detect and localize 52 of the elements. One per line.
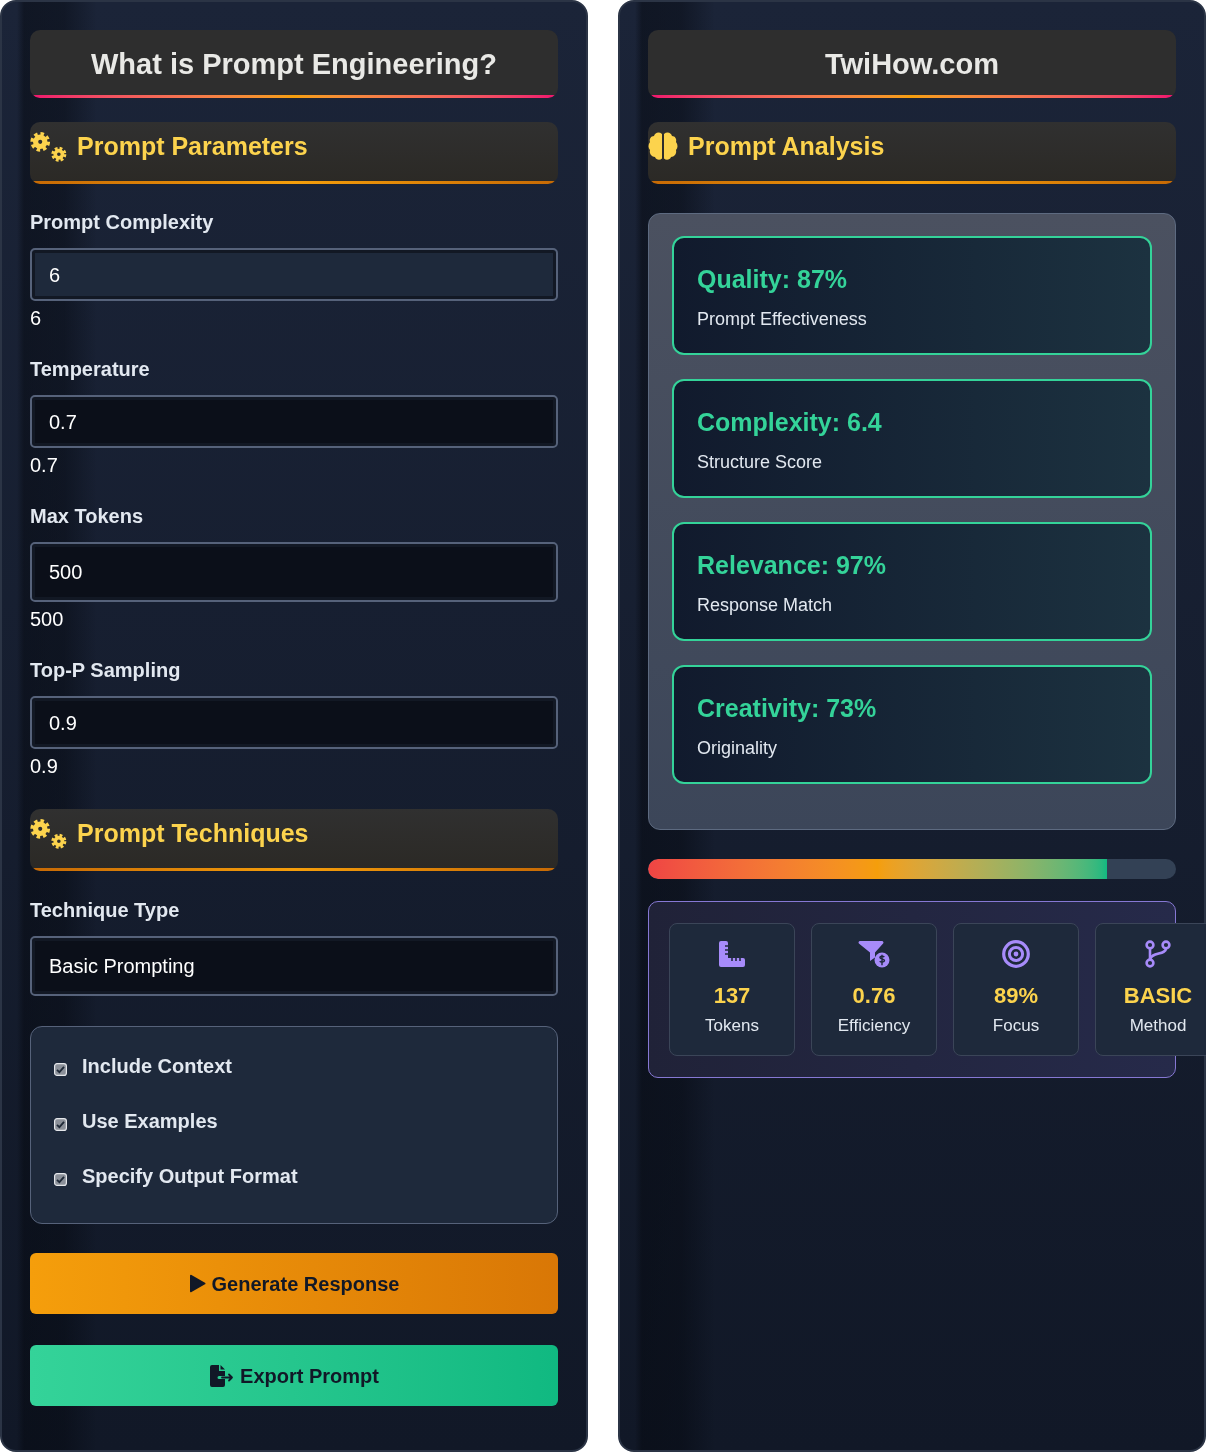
- stat-value: BASIC: [1123, 982, 1193, 1010]
- input-field[interactable]: 0.9: [30, 696, 558, 749]
- metric-value: Complexity: 6.4: [697, 407, 882, 438]
- input-field[interactable]: 6: [30, 248, 558, 301]
- field-reading: 6: [30, 306, 42, 330]
- section-title: Prompt Parameters: [77, 131, 308, 162]
- section-title: Prompt Analysis: [688, 131, 885, 162]
- export-button[interactable]: Export Prompt: [30, 1345, 558, 1406]
- option-label: Use Examples: [82, 1109, 218, 1134]
- stat-label: Efficiency: [837, 1015, 911, 1037]
- section-title: Prompt Techniques: [77, 818, 309, 849]
- generate-button[interactable]: Generate Response: [30, 1253, 558, 1314]
- field-label: Top-P Sampling: [30, 658, 181, 683]
- stat-label: Focus: [992, 1015, 1040, 1037]
- metric-value: Relevance: 97%: [697, 550, 886, 581]
- input-field[interactable]: 500: [30, 542, 558, 602]
- metric-value: Creativity: 73%: [697, 693, 877, 724]
- field-label: Technique Type: [30, 898, 180, 923]
- metric-label: Structure Score: [697, 451, 823, 474]
- gears-icon: [30, 132, 67, 162]
- checkbox[interactable]: [54, 1062, 67, 1076]
- field-reading: 500: [30, 607, 64, 631]
- checkbox[interactable]: [54, 1172, 67, 1186]
- field-label: Prompt Complexity: [30, 210, 214, 235]
- brain-icon: [648, 130, 678, 162]
- option-label: Specify Output Format: [82, 1164, 298, 1189]
- stat-value: 0.76: [852, 982, 896, 1010]
- checkbox[interactable]: [54, 1117, 67, 1131]
- input-field[interactable]: 0.7: [30, 395, 558, 448]
- metric-label: Prompt Effectiveness: [697, 308, 867, 331]
- stat-value: 137: [713, 982, 751, 1010]
- technique-select[interactable]: Basic Prompting: [30, 936, 558, 996]
- metric-label: Response Match: [697, 594, 833, 617]
- file-export-icon: [209, 1363, 235, 1388]
- branch-icon: [1145, 940, 1171, 968]
- field-label: Max Tokens: [30, 504, 143, 529]
- field-label: Temperature: [30, 357, 150, 382]
- stat-label: Tokens: [705, 1015, 759, 1037]
- ruler-icon: [717, 940, 747, 968]
- metric-value: Quality: 87%: [697, 264, 848, 295]
- field-reading: 0.7: [30, 453, 58, 477]
- target-icon: [1002, 940, 1030, 968]
- stat-label: Method: [1129, 1015, 1187, 1037]
- panel-title: TwiHow.com: [825, 47, 999, 82]
- gears-icon: [30, 819, 67, 849]
- metric-label: Originality: [697, 737, 778, 760]
- field-reading: 0.9: [30, 754, 58, 778]
- stat-value: 89%: [993, 982, 1038, 1010]
- play-icon: [188, 1274, 206, 1293]
- panel-title: What is Prompt Engineering?: [91, 47, 497, 82]
- funnel-coin-icon: [858, 940, 890, 968]
- option-label: Include Context: [82, 1054, 232, 1079]
